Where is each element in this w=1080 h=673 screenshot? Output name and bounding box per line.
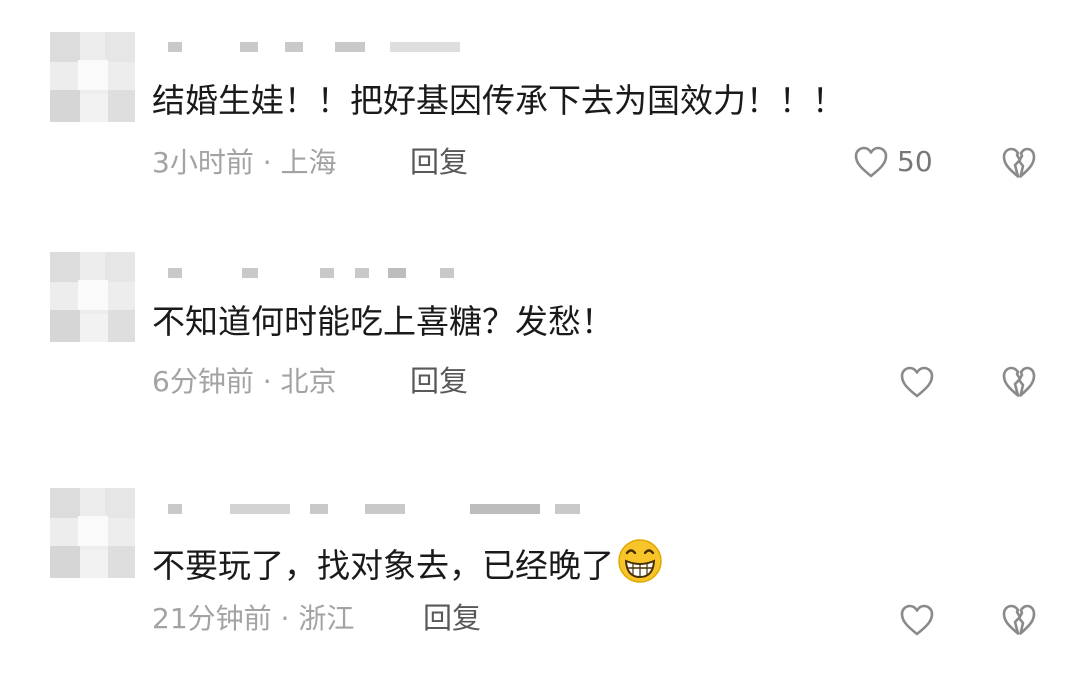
like-button[interactable]: [899, 365, 935, 399]
username-blurred[interactable]: [150, 38, 490, 56]
like-count: 50: [897, 145, 933, 178]
like-button[interactable]: [899, 603, 935, 637]
comment-time-location: 21分钟前 · 浙江: [152, 602, 355, 635]
broken-heart-icon: [1001, 365, 1037, 399]
avatar[interactable]: [50, 488, 135, 578]
reply-button[interactable]: 回复: [410, 367, 468, 396]
reply-button[interactable]: 回复: [423, 604, 481, 633]
broken-heart-icon: [1001, 603, 1037, 637]
reply-button[interactable]: 回复: [410, 148, 468, 177]
comment-text: 不要玩了，找对象去，已经晚了: [152, 539, 664, 594]
heart-icon: [899, 603, 935, 637]
dislike-button[interactable]: [1001, 365, 1037, 399]
broken-heart-icon: [1001, 146, 1037, 180]
username-blurred[interactable]: [150, 500, 580, 518]
comment-text: 结婚生娃！！把好基因传承下去为国效力！！！: [152, 81, 845, 120]
username-blurred[interactable]: [150, 264, 490, 282]
avatar[interactable]: [50, 32, 135, 122]
like-button[interactable]: 50: [853, 145, 933, 179]
dislike-button[interactable]: [1001, 146, 1037, 180]
heart-icon: [899, 365, 935, 399]
comment-time-location: 3小时前 · 上海: [152, 146, 337, 179]
comment-text: 不知道何时能吃上喜糖？发愁！: [152, 302, 614, 341]
avatar[interactable]: [50, 252, 135, 342]
comment-text-content: 不要玩了，找对象去，已经晚了: [152, 546, 614, 585]
dislike-button[interactable]: [1001, 603, 1037, 637]
grinning-face-icon: [616, 537, 664, 590]
heart-icon: [853, 145, 889, 179]
comment-time-location: 6分钟前 · 北京: [152, 365, 337, 398]
